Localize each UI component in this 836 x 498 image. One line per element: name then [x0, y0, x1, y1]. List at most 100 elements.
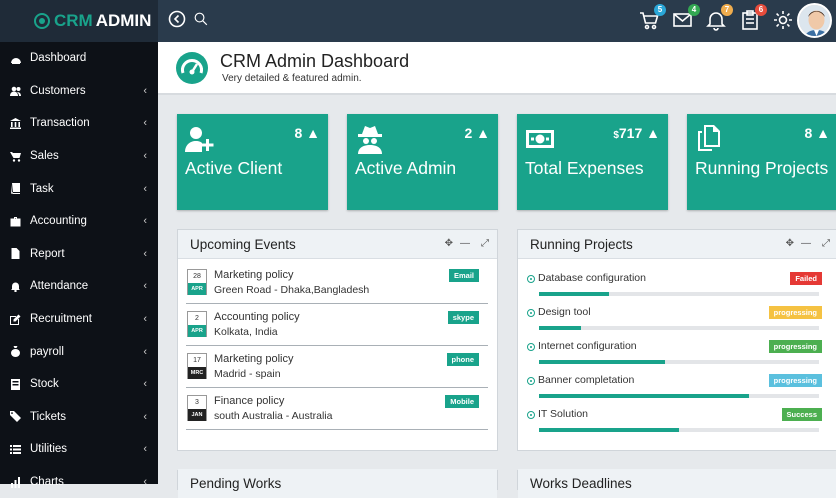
sidebar-item-label: Task	[30, 182, 54, 195]
sidebar-item-label: Accounting	[30, 215, 87, 228]
event-location: Green Road - Dhaka,Bangladesh	[214, 284, 370, 296]
user-avatar-icon	[799, 5, 830, 36]
project-progress-fill	[539, 326, 581, 330]
move-icon[interactable]: ✥	[786, 238, 794, 249]
project-status-badge: progressing	[768, 374, 822, 387]
panel-header: Upcoming Events ✥ — ⤢	[178, 230, 497, 259]
event-item[interactable]: 2 APR Accounting policy Kolkata, India skype	[186, 308, 488, 346]
stat-card-total-expenses[interactable]: $717 ▲ Total Expenses	[517, 114, 668, 210]
project-status-badge: progressing	[768, 340, 822, 353]
search-button[interactable]	[193, 11, 209, 27]
expand-icon[interactable]: ⤢	[481, 238, 489, 249]
chevron-left-icon: ‹	[143, 150, 147, 163]
chevron-left-icon: ‹	[143, 280, 147, 293]
chevron-left-icon: ‹	[143, 84, 147, 97]
project-item[interactable]: Design tool progressing	[526, 304, 831, 338]
page-subtitle: Very detailed & featured admin.	[222, 73, 362, 84]
project-progress-fill	[539, 428, 679, 432]
collapse-sidebar-button[interactable]	[167, 9, 189, 31]
event-tag[interactable]: phone	[446, 353, 479, 366]
sidebar-item-transaction[interactable]: Transaction ‹	[0, 107, 158, 140]
project-bullet-icon	[527, 343, 535, 351]
project-item[interactable]: IT Solution Success	[526, 406, 831, 440]
event-day: 2	[195, 315, 199, 322]
minimize-icon[interactable]: —	[460, 238, 470, 249]
users-icon	[9, 85, 21, 97]
event-tag[interactable]: skype	[447, 311, 479, 324]
project-bullet-icon	[527, 275, 535, 283]
mail-button[interactable]: 4	[672, 4, 700, 31]
sidebar-item-tickets[interactable]: Tickets ‹	[0, 401, 158, 434]
expand-icon[interactable]: ⤢	[822, 238, 830, 249]
dashboard-gauge-icon	[176, 52, 208, 84]
sidebar-item-label: Transaction	[30, 117, 90, 130]
sidebar-item-charts[interactable]: Charts ‹	[0, 466, 158, 498]
project-bullet-icon	[527, 411, 535, 419]
sidebar-item-recruitment[interactable]: Recruitment ‹	[0, 303, 158, 336]
gear-icon	[774, 11, 792, 29]
event-title: Finance policy	[214, 395, 285, 407]
cart-badge: 5	[654, 4, 666, 16]
panel-header: Running Projects ✥ — ⤢	[518, 230, 836, 259]
notifications-button[interactable]: 7	[705, 4, 733, 31]
avatar[interactable]	[797, 3, 832, 38]
brand-crm: CRM	[54, 11, 93, 30]
move-icon[interactable]: ✥	[445, 238, 453, 249]
event-date: 28 APR	[187, 269, 207, 295]
cart-button[interactable]: 5	[638, 4, 666, 31]
tasks-button[interactable]: 6	[739, 4, 767, 31]
stat-value: 8 ▲	[294, 125, 320, 141]
project-bullet-icon	[527, 309, 535, 317]
event-location: south Australia - Australia	[214, 410, 333, 422]
project-progress-fill	[539, 394, 749, 398]
event-month: APR	[188, 325, 206, 337]
sidebar-item-stock[interactable]: Stock ‹	[0, 368, 158, 401]
sidebar-item-dashboard[interactable]: Dashboard	[0, 42, 158, 75]
sidebar-item-label: Tickets	[30, 410, 66, 423]
project-item[interactable]: Banner completation progressing	[526, 372, 831, 406]
sidebar-item-customers[interactable]: Customers ‹	[0, 75, 158, 108]
event-location: Kolkata, India	[214, 326, 278, 338]
money-icon	[525, 124, 557, 154]
sidebar-item-label: Charts	[30, 476, 64, 489]
spy-icon	[355, 124, 387, 154]
files-icon	[695, 124, 727, 154]
event-item[interactable]: 28 APR Marketing policy Green Road - Dhaka,…	[186, 266, 488, 304]
page-title: CRM Admin Dashboard	[220, 51, 410, 71]
sidebar-item-report[interactable]: Report ‹	[0, 238, 158, 271]
cart-icon	[9, 150, 21, 162]
stat-value: 2 ▲	[464, 125, 490, 141]
project-item[interactable]: Internet configuration progressing	[526, 338, 831, 372]
event-item[interactable]: 3 JAN Finance policy south Australia - Aust…	[186, 392, 488, 430]
stat-card-running-projects[interactable]: 8 ▲ Running Projects	[687, 114, 836, 210]
event-tag[interactable]: Mobile	[445, 395, 479, 408]
chevron-left-icon: ‹	[143, 117, 147, 130]
stat-value: 8 ▲	[804, 125, 830, 141]
list-icon	[9, 443, 21, 455]
event-item[interactable]: 17 MRC Marketing policy Madrid - spain phone	[186, 350, 488, 388]
brand-logo[interactable]: CRM ADMIN	[0, 0, 158, 42]
stat-card-active-client[interactable]: 8 ▲ Active Client	[177, 114, 328, 210]
edit-icon	[9, 313, 21, 325]
sidebar-item-utilities[interactable]: Utilities ‹	[0, 433, 158, 466]
event-tag[interactable]: Email	[448, 269, 479, 282]
logo-icon	[34, 13, 50, 29]
settings-button[interactable]	[772, 9, 794, 31]
project-name: Database configuration	[538, 272, 646, 284]
sidebar-item-attendance[interactable]: Attendance ‹	[0, 270, 158, 303]
sidebar-item-sales[interactable]: Sales ‹	[0, 140, 158, 173]
sidebar-item-label: Dashboard	[30, 52, 87, 65]
sidebar-item-task[interactable]: Task ‹	[0, 172, 158, 205]
minimize-icon[interactable]: —	[801, 238, 811, 249]
stat-card-active-admin[interactable]: 2 ▲ Active Admin	[347, 114, 498, 210]
stat-value: $717 ▲	[613, 125, 660, 141]
project-name: Internet configuration	[538, 340, 637, 352]
brand-admin: ADMIN	[95, 11, 152, 30]
stat-label: Active Admin	[355, 158, 457, 178]
add-user-icon	[185, 124, 217, 154]
project-item[interactable]: Database configuration Failed	[526, 270, 831, 304]
chevron-left-icon: ‹	[143, 215, 147, 228]
sidebar-item-accounting[interactable]: Accounting ‹	[0, 205, 158, 238]
sidebar-item-payroll[interactable]: payroll ‹	[0, 335, 158, 368]
sidebar-item-label: Stock	[30, 378, 59, 391]
